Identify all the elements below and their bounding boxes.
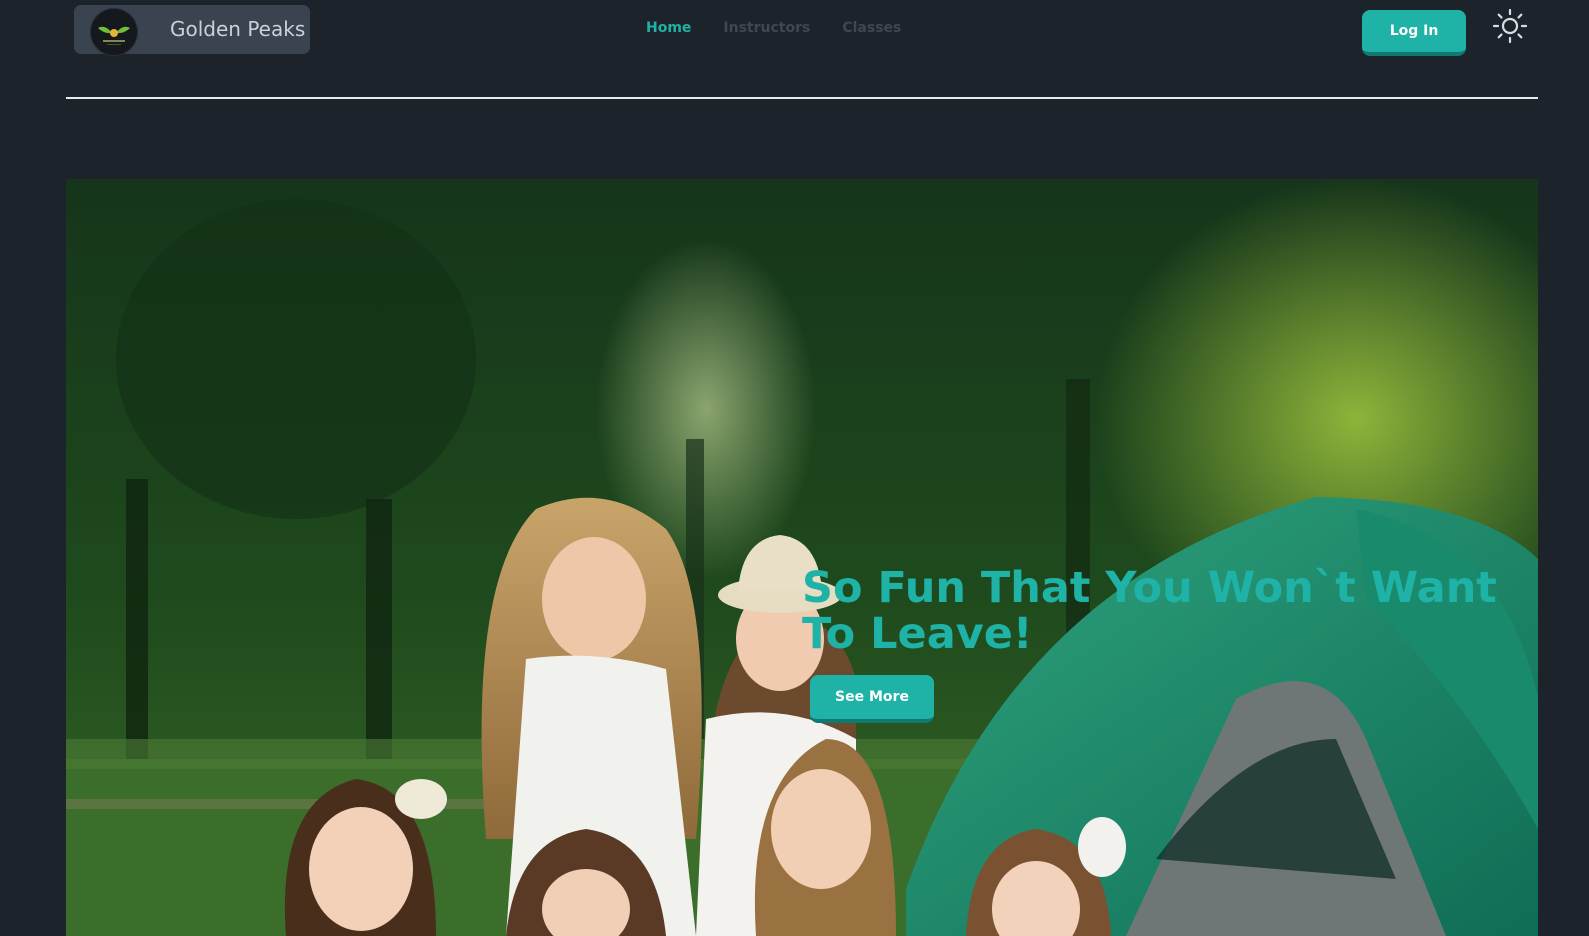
sun-icon — [1492, 8, 1528, 44]
nav-link-instructors[interactable]: Instructors — [723, 20, 810, 36]
navbar: Golden Peaks Home Instructors Classes Lo… — [0, 0, 1589, 98]
nav-link-home[interactable]: Home — [646, 20, 691, 36]
hero-title: So Fun That You Won`t Want To Leave! — [802, 563, 1497, 659]
brand[interactable]: Golden Peaks — [74, 5, 310, 56]
nav-link-classes[interactable]: Classes — [842, 20, 901, 36]
brand-logo[interactable] — [90, 8, 138, 56]
hero-banner: So Fun That You Won`t Want To Leave! See… — [66, 179, 1538, 936]
header-divider — [66, 97, 1538, 99]
theme-toggle[interactable] — [1492, 8, 1528, 44]
winged-crest-logo-icon — [98, 26, 130, 45]
main-nav: Home Instructors Classes — [646, 20, 901, 36]
login-button[interactable]: Log In — [1362, 10, 1466, 56]
see-more-button[interactable]: See More — [810, 675, 934, 723]
brand-name[interactable]: Golden Peaks — [170, 17, 305, 41]
hero-image — [66, 179, 1538, 936]
